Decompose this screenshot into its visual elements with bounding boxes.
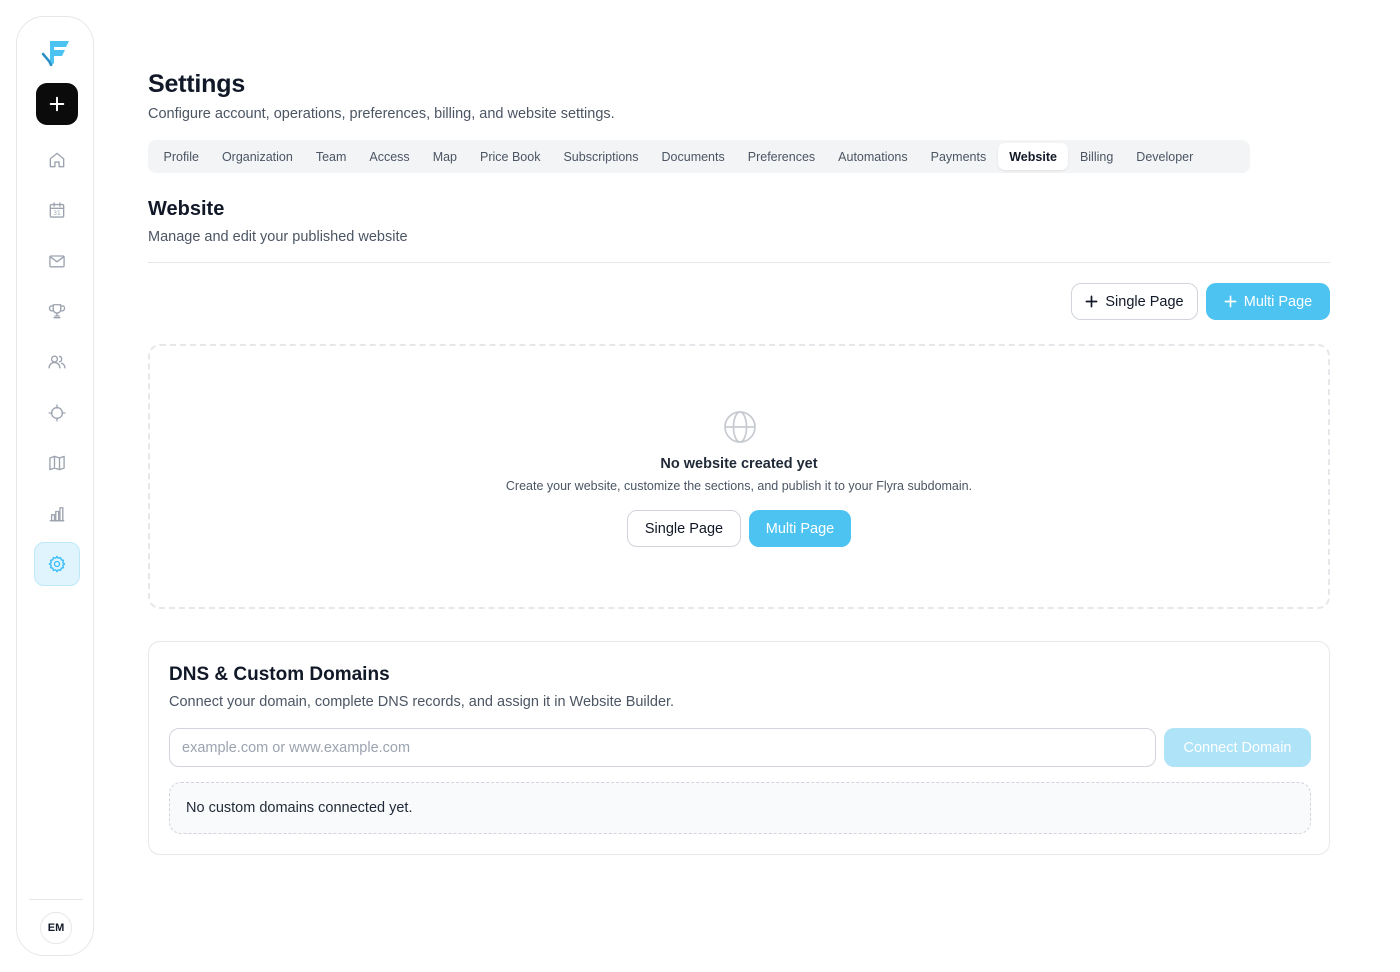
user-avatar[interactable]: EM <box>40 912 72 944</box>
tab-developer[interactable]: Developer <box>1125 143 1205 170</box>
sidebar-item-target[interactable] <box>34 391 80 435</box>
gear-icon <box>48 555 66 573</box>
create-single-page-button[interactable]: Single Page <box>627 510 741 547</box>
dns-custom-domains-card: DNS & Custom Domains Connect your domain… <box>148 641 1330 855</box>
sidebar-divider <box>29 899 83 900</box>
sidebar-item-settings[interactable] <box>34 542 80 586</box>
sidebar-item-calendar[interactable]: 31 <box>34 188 80 232</box>
website-section-subtitle: Manage and edit your published website <box>148 229 408 245</box>
users-icon <box>48 355 66 369</box>
plus-icon <box>1085 295 1098 308</box>
sidebar-item-users[interactable] <box>34 340 80 384</box>
sidebar-item-home[interactable] <box>34 138 80 182</box>
calendar-icon: 31 <box>49 202 65 218</box>
empty-state-title: No website created yet <box>660 456 818 472</box>
website-section-title: Website <box>148 198 225 220</box>
create-multi-page-button[interactable]: Multi Page <box>749 510 851 547</box>
empty-website-state: No website created yet Create your websi… <box>148 344 1330 609</box>
tab-payments[interactable]: Payments <box>919 143 998 170</box>
tab-profile[interactable]: Profile <box>152 143 210 170</box>
create-new-button[interactable] <box>36 83 78 125</box>
tab-website[interactable]: Website <box>997 143 1069 170</box>
tab-automations[interactable]: Automations <box>827 143 919 170</box>
tab-map[interactable]: Map <box>421 143 468 170</box>
add-multi-page-label: Multi Page <box>1243 293 1313 310</box>
home-icon <box>49 152 65 168</box>
plus-icon <box>1224 295 1237 308</box>
add-single-page-label: Single Page <box>1105 293 1184 310</box>
sidebar-item-analytics[interactable] <box>34 492 80 536</box>
domain-input[interactable] <box>169 728 1156 767</box>
tab-preferences[interactable]: Preferences <box>736 143 826 170</box>
tab-team[interactable]: Team <box>304 143 358 170</box>
tab-subscriptions[interactable]: Subscriptions <box>552 143 650 170</box>
map-icon <box>49 455 65 471</box>
plus-icon <box>49 96 65 112</box>
tab-price-book[interactable]: Price Book <box>469 143 552 170</box>
svg-text:31: 31 <box>53 211 61 217</box>
flyra-logo[interactable] <box>41 37 71 67</box>
bar-chart-icon <box>49 507 65 522</box>
dns-description: Connect your domain, complete DNS record… <box>169 694 675 710</box>
globe-icon <box>723 410 757 444</box>
tab-organization[interactable]: Organization <box>210 143 304 170</box>
sidebar: 31 EM <box>16 16 94 956</box>
empty-state-description: Create your website, customize the secti… <box>505 479 973 493</box>
section-divider <box>148 262 1330 263</box>
tab-documents[interactable]: Documents <box>650 143 736 170</box>
settings-tabs: Profile Organization Team Access Map Pri… <box>148 140 1250 173</box>
connect-domain-button[interactable]: Connect Domain <box>1164 728 1311 767</box>
sidebar-item-mail[interactable] <box>34 239 80 283</box>
page-subtitle: Configure account, operations, preferenc… <box>148 106 615 122</box>
add-single-page-button[interactable]: Single Page <box>1071 283 1198 320</box>
sidebar-item-map[interactable] <box>34 441 80 485</box>
mail-icon <box>49 255 65 268</box>
crosshair-icon <box>48 404 66 422</box>
trophy-icon <box>48 304 66 319</box>
dns-title: DNS & Custom Domains <box>169 664 390 685</box>
tab-access[interactable]: Access <box>358 143 421 170</box>
sidebar-item-trophy[interactable] <box>34 289 80 333</box>
no-domains-message: No custom domains connected yet. <box>169 782 1311 834</box>
page-title: Settings <box>148 70 246 98</box>
empty-state-actions: Single Page Multi Page <box>150 510 1328 547</box>
add-multi-page-button[interactable]: Multi Page <box>1206 283 1330 320</box>
tab-billing[interactable]: Billing <box>1068 143 1124 170</box>
